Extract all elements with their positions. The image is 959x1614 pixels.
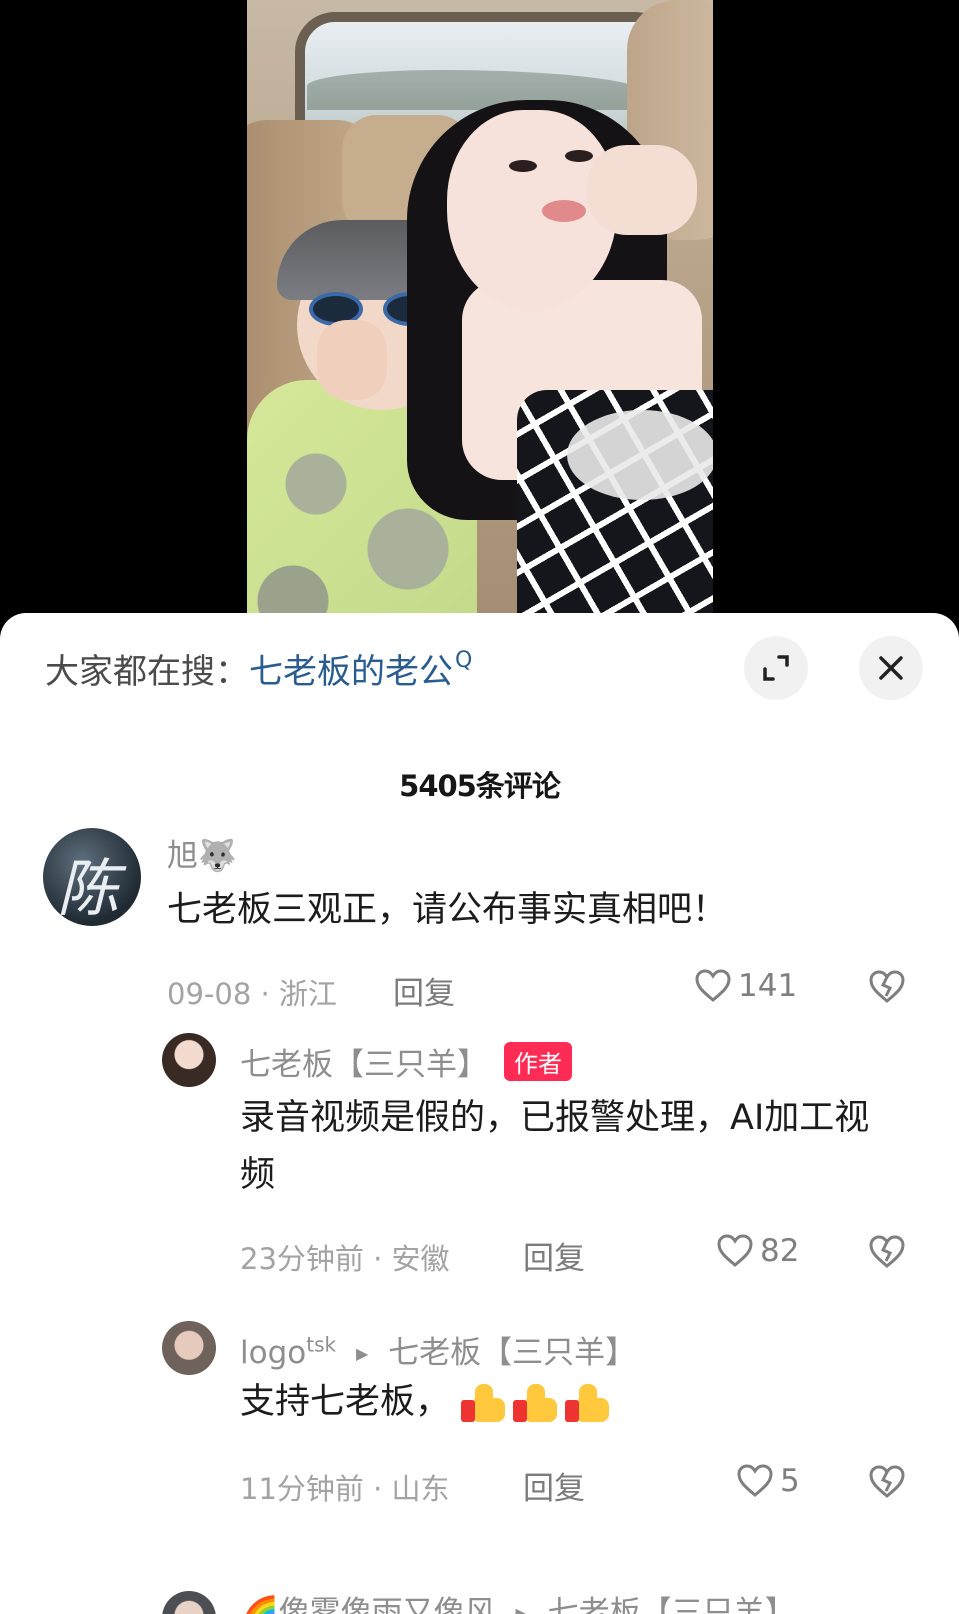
comment-meta: 09-08 · 浙江 xyxy=(167,977,337,1011)
author-name-suffix: tsk xyxy=(306,1332,337,1357)
heart-outline-icon xyxy=(695,969,731,1002)
comment-author[interactable]: 🌈像雾像雨又像风 ▶ 七老板【三只羊】 xyxy=(240,1587,796,1614)
avatar[interactable] xyxy=(162,1033,216,1087)
like-button[interactable]: 141 xyxy=(694,968,797,1004)
reply-button[interactable]: 回复 xyxy=(523,1233,585,1278)
avatar[interactable] xyxy=(162,1321,216,1375)
like-button[interactable]: 82 xyxy=(716,1233,799,1269)
heart-outline-icon xyxy=(737,1464,773,1497)
search-suggestion-label: 大家都在搜： xyxy=(45,651,249,692)
search-suggestion[interactable]: 大家都在搜： 七老板的老公 Q xyxy=(45,643,472,693)
triangle-right-icon: ▶ xyxy=(355,1344,369,1363)
author-name: logo xyxy=(240,1335,307,1371)
dislike-button[interactable] xyxy=(868,1465,906,1503)
comment-text: 支持七老板， xyxy=(240,1374,890,1431)
broken-heart-icon xyxy=(869,1465,905,1498)
dislike-button[interactable] xyxy=(868,1235,906,1273)
like-count: 5 xyxy=(780,1463,800,1499)
comment-panel: 大家都在搜： 七老板的老公 Q 5405条评论 陈 旭🐺 七老板三观正，请公布事… xyxy=(0,613,959,1614)
like-count: 82 xyxy=(760,1233,800,1269)
comment-text: 录音视频是假的，已报警处理，AI加工视频 xyxy=(240,1098,870,1195)
thumbs-up-emoji xyxy=(461,1384,511,1422)
reply-button[interactable]: 回复 xyxy=(523,1463,585,1508)
broken-heart-icon xyxy=(869,970,905,1003)
comment-meta: 11分钟前 · 山东 xyxy=(240,1472,450,1506)
comment-author[interactable]: 七老板【三只羊】 作者 xyxy=(240,1039,572,1084)
like-button[interactable]: 5 xyxy=(736,1463,800,1499)
close-button[interactable] xyxy=(859,636,923,700)
thumbs-up-emoji xyxy=(513,1384,563,1422)
reply-button[interactable]: 回复 xyxy=(393,968,455,1013)
expand-icon xyxy=(763,655,789,681)
comment-meta: 23分钟前 · 安徽 xyxy=(240,1242,450,1276)
reply-target: 七老板【三只羊】 xyxy=(388,1335,637,1371)
author-name: 七老板【三只羊】 xyxy=(240,1047,488,1083)
avatar[interactable] xyxy=(162,1591,216,1614)
comment-author[interactable]: logotsk ▶ 七老板【三只羊】 xyxy=(240,1327,636,1372)
search-icon: Q xyxy=(455,647,473,673)
reply-target: 七老板【三只羊】 xyxy=(547,1595,796,1614)
close-icon xyxy=(879,656,903,680)
comment-count: 5405条评论 xyxy=(399,769,561,803)
comment-text: 七老板三观正，请公布事实真相吧！ xyxy=(167,890,728,930)
video-frame-image xyxy=(247,0,713,640)
heart-outline-icon xyxy=(717,1234,753,1267)
video-player[interactable] xyxy=(0,0,959,640)
like-count: 141 xyxy=(738,968,798,1004)
author-name: 🌈像雾像雨又像风 xyxy=(240,1595,496,1614)
triangle-right-icon: ▶ xyxy=(515,1604,528,1614)
avatar[interactable]: 陈 xyxy=(43,828,141,926)
comment-text-body: 支持七老板， xyxy=(240,1382,451,1422)
broken-heart-icon xyxy=(869,1235,905,1268)
avatar-calligraphy: 陈 xyxy=(57,852,120,925)
comment-author[interactable]: 旭🐺 xyxy=(167,830,237,875)
thumbs-up-emoji-group xyxy=(461,1384,615,1422)
author-badge: 作者 xyxy=(504,1042,572,1081)
thumbs-up-emoji xyxy=(565,1384,615,1422)
dislike-button[interactable] xyxy=(868,970,906,1008)
search-suggestion-term[interactable]: 七老板的老公 xyxy=(249,644,453,693)
expand-button[interactable] xyxy=(744,636,808,700)
